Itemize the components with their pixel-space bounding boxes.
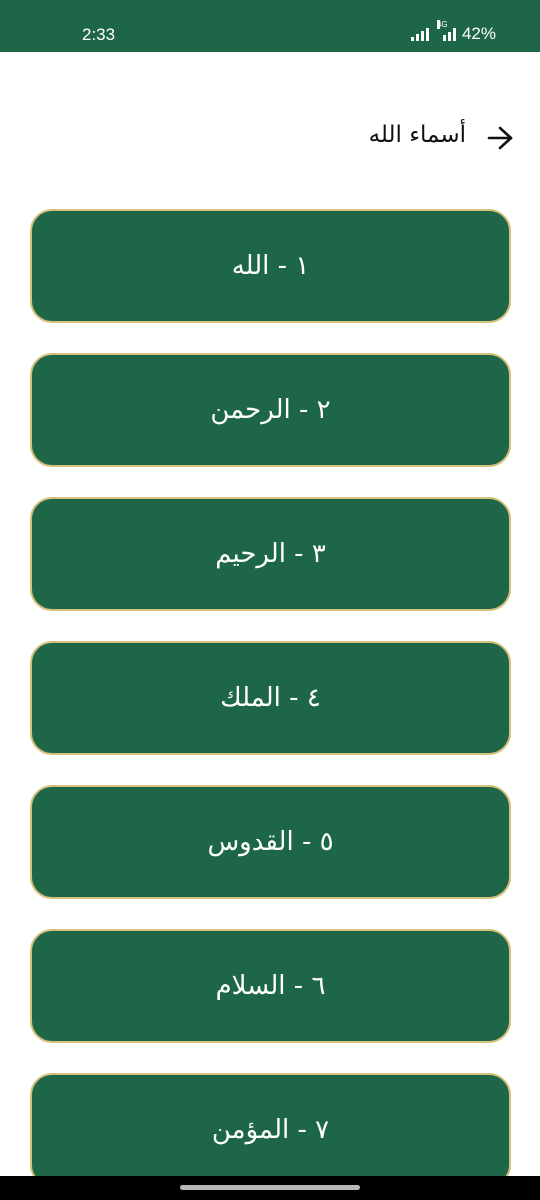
- name-label: ٧ - المؤمن: [211, 1115, 330, 1145]
- name-label: ٤ - الملك: [220, 683, 321, 713]
- name-card[interactable]: ٧ - المؤمن: [30, 1073, 511, 1187]
- name-card[interactable]: ٢ - الرحمن: [30, 353, 511, 467]
- name-label: ٦ - السلام: [215, 971, 326, 1001]
- name-card[interactable]: ٦ - السلام: [30, 929, 511, 1043]
- name-card[interactable]: ٤ - الملك: [30, 641, 511, 755]
- name-label: ٣ - الرحيم: [215, 539, 326, 569]
- home-indicator[interactable]: [180, 1185, 360, 1190]
- name-label: ٥ - القدوس: [207, 827, 334, 857]
- name-card[interactable]: ١ - الله: [30, 209, 511, 323]
- names-list: ١ - الله ٢ - الرحمن ٣ - الرحيم ٤ - الملك…: [0, 0, 540, 1187]
- name-label: ١ - الله: [231, 251, 310, 281]
- name-card[interactable]: ٥ - القدوس: [30, 785, 511, 899]
- navigation-bar: [0, 1176, 540, 1200]
- name-label: ٢ - الرحمن: [210, 395, 331, 425]
- name-card[interactable]: ٣ - الرحيم: [30, 497, 511, 611]
